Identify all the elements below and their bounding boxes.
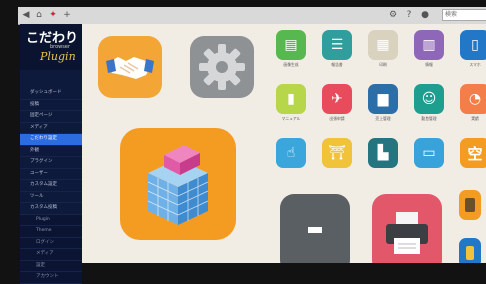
settings-icon[interactable]: ⚙ <box>388 10 398 20</box>
printer-icon <box>386 212 428 254</box>
person-icon: ☺ <box>421 91 437 107</box>
id-card-icon: ▤ <box>284 37 298 53</box>
minus-icon <box>308 227 322 233</box>
printer-app[interactable] <box>372 194 442 263</box>
back-icon[interactable]: ◀ <box>21 10 31 20</box>
app-label: 勤怠管理 <box>421 116 437 121</box>
app-label: 実績 <box>471 116 479 121</box>
calculator-app[interactable] <box>459 190 481 220</box>
sidebar-item[interactable]: 固定ページ <box>20 111 82 123</box>
app-label: 印刷 <box>379 62 387 67</box>
brand-script: Plugin <box>40 50 76 63</box>
app-tile[interactable]: ▆ <box>368 84 398 114</box>
sidebar-subitem[interactable]: アカウント <box>20 272 82 284</box>
app-label: 報告書 <box>331 62 343 67</box>
search-input[interactable] <box>442 9 486 21</box>
phone-icon <box>466 246 474 260</box>
app-label: マニュアル <box>281 116 301 121</box>
sidebar-item[interactable]: カスタム設定 <box>20 180 82 192</box>
app-tile[interactable]: ⛩ <box>322 138 352 168</box>
partial-blue-app[interactable] <box>459 238 481 263</box>
app-tile[interactable]: ◔ <box>460 84 486 114</box>
app-tile[interactable]: ☝ <box>276 138 306 168</box>
site-logo-icon[interactable]: ✦ <box>48 10 58 20</box>
sidebar: こだわり browser Plugin ダッシュボード 投稿 固定ページ メディア こだ… <box>20 24 82 284</box>
sidebar-menu: ダッシュボード 投稿 固定ページ メディア こだわり設定 外観 プラグイン ユーザー カスタム設… <box>20 88 82 284</box>
app-tile[interactable]: ▦ <box>368 30 398 60</box>
app-tile[interactable]: 空 <box>460 138 486 168</box>
sidebar-item[interactable]: カスタム投稿 <box>20 203 82 215</box>
tablet-icon: ▭ <box>422 145 436 161</box>
handshake-icon <box>106 57 154 79</box>
settings-app[interactable] <box>190 36 254 98</box>
home-icon[interactable]: ⌂ <box>34 10 44 20</box>
sidebar-item[interactable]: 投稿 <box>20 100 82 111</box>
app-grid-area: ▤ 画像生成 ☰ 報告書 ▦ 印刷 ▥ 情報 ▯ スマホ ▮ マニュアル ✈ 出張申請 ▆ 売上管理 ☺ 勤怠管理… <box>82 24 486 263</box>
torii-icon: ⛩ <box>328 145 346 161</box>
app-tile[interactable]: ▭ <box>414 138 444 168</box>
user-icon[interactable]: ● <box>420 10 430 20</box>
sidebar-item[interactable]: プラグイン <box>20 157 82 169</box>
sidebar-item[interactable]: 外観 <box>20 146 82 157</box>
airplane-icon: ✈ <box>331 91 343 107</box>
books-icon: ▮ <box>287 91 295 107</box>
gear-icon <box>199 44 245 90</box>
cube-blocks-icon <box>147 145 209 225</box>
app-label: 出張申請 <box>329 116 345 121</box>
app-label: 売上管理 <box>375 116 391 121</box>
minus-app[interactable] <box>280 194 350 263</box>
sidebar-subitem[interactable]: メディア <box>20 249 82 261</box>
kanji-icon: 空 <box>467 144 483 163</box>
sidebar-subitem[interactable]: ログイン <box>20 237 82 249</box>
touch-icon: ☝ <box>286 145 296 161</box>
sidebar-subitem[interactable]: Plugin <box>20 214 82 226</box>
chart-icon: ▆ <box>377 91 389 107</box>
sidebar-item[interactable]: ユーザー <box>20 169 82 180</box>
brand-logo: こだわり browser Plugin <box>20 24 82 70</box>
app-tile[interactable]: ✈ <box>322 84 352 114</box>
calculator-icon <box>465 198 475 212</box>
pie-chart-icon: ◔ <box>468 91 482 107</box>
app-tile[interactable]: ☺ <box>414 84 444 114</box>
plus-icon[interactable]: + <box>62 10 72 20</box>
app-tile[interactable]: ▮ <box>276 84 306 114</box>
app-tile[interactable]: ▤ <box>276 30 306 60</box>
sidebar-item[interactable]: ダッシュボード <box>20 88 82 100</box>
app-tile[interactable]: ▥ <box>414 30 444 60</box>
sidebar-subitem[interactable]: 設定 <box>20 260 82 272</box>
document-icon: ☰ <box>330 37 344 53</box>
factory-icon: ▙ <box>377 145 389 161</box>
cube-app[interactable] <box>120 128 236 240</box>
app-label: スマホ <box>469 62 481 67</box>
app-tile[interactable]: ▙ <box>368 138 398 168</box>
sidebar-item[interactable]: こだわり設定 <box>20 134 82 146</box>
app-label: 情報 <box>425 62 433 67</box>
sidebar-item[interactable]: メディア <box>20 123 82 134</box>
app-label: 画像生成 <box>283 62 299 67</box>
fax-icon: ▦ <box>376 37 390 53</box>
app-tile[interactable]: ☰ <box>322 30 352 60</box>
help-icon[interactable]: ? <box>404 10 414 20</box>
sidebar-item[interactable]: ツール <box>20 192 82 203</box>
smartphone-icon: ▯ <box>471 37 479 53</box>
sidebar-subitem[interactable]: Theme <box>20 226 82 238</box>
handshake-app[interactable] <box>98 36 162 98</box>
book-icon: ▥ <box>422 37 436 53</box>
browser-toolbar: ◀ ⌂ ✦ + ⚙ ? ● <box>18 7 486 25</box>
app-tile[interactable]: ▯ <box>460 30 486 60</box>
